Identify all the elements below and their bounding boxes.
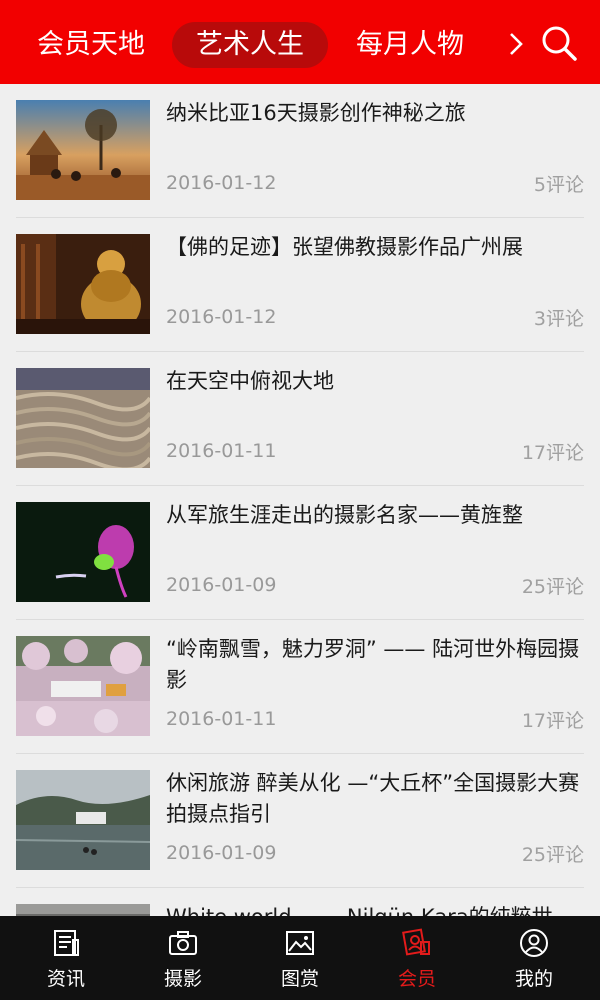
article-item[interactable]: White world —— Nilgün Kara的纯粹世	[16, 888, 584, 916]
article-item[interactable]: 从军旅生涯走出的摄影名家——黄旌整 2016-01-09 25评论	[16, 486, 584, 620]
article-date: 2016-01-11	[166, 708, 277, 730]
article-title[interactable]: “岭南飘雪，魅力罗洞” —— 陆河世外梅园摄影	[166, 634, 584, 696]
camera-icon	[169, 931, 197, 955]
nav-gallery[interactable]: 图赏	[240, 916, 360, 1000]
nav-label: 图赏	[280, 968, 319, 990]
tab-monthly-figure[interactable]: 每月人物	[348, 22, 472, 68]
bottom-nav-bar: 资讯 摄影 图赏 会员 我的	[0, 916, 600, 1000]
comment-count: 17评论	[521, 442, 584, 464]
article-item[interactable]: 在天空中俯视大地 2016-01-11 17评论	[16, 352, 584, 486]
tab-art-life[interactable]: 艺术人生	[172, 22, 328, 68]
news-icon	[54, 930, 79, 956]
article-title[interactable]: 从军旅生涯走出的摄影名家——黄旌整	[166, 500, 584, 531]
chevron-right-icon[interactable]	[502, 30, 530, 58]
comment-count: 5评论	[533, 174, 584, 196]
nav-label: 资讯	[46, 968, 85, 990]
tab-member-world[interactable]: 会员天地	[30, 22, 152, 68]
article-thumbnail[interactable]	[16, 770, 150, 870]
article-list: 纳米比亚16天摄影创作神秘之旅 2016-01-12 5评论 【佛的足迹】张望佛…	[0, 84, 600, 916]
member-icon	[402, 928, 430, 956]
article-title[interactable]: 【佛的足迹】张望佛教摄影作品广州展	[166, 232, 584, 263]
search-icon[interactable]	[538, 22, 580, 64]
nav-label: 摄影	[163, 968, 202, 990]
article-title[interactable]: 在天空中俯视大地	[166, 366, 584, 397]
nav-member[interactable]: 会员	[357, 916, 477, 1000]
article-date: 2016-01-09	[166, 842, 277, 864]
article-item[interactable]: 休闲旅游 醉美从化 —“大丘杯”全国摄影大赛拍摄点指引 2016-01-09 2…	[16, 754, 584, 888]
top-nav-bar: 会员天地 艺术人生 每月人物	[0, 0, 600, 84]
comment-count: 25评论	[521, 844, 584, 866]
article-date: 2016-01-09	[166, 574, 277, 596]
gallery-icon	[286, 931, 314, 955]
article-title[interactable]: 休闲旅游 醉美从化 —“大丘杯”全国摄影大赛拍摄点指引	[166, 768, 584, 830]
article-date: 2016-01-12	[166, 172, 277, 194]
nav-profile[interactable]: 我的	[474, 916, 594, 1000]
article-thumbnail[interactable]	[16, 636, 150, 736]
profile-icon	[520, 929, 548, 957]
comment-count: 3评论	[533, 308, 584, 330]
article-date: 2016-01-12	[166, 306, 277, 328]
article-thumbnail[interactable]	[16, 502, 150, 602]
article-item[interactable]: 【佛的足迹】张望佛教摄影作品广州展 2016-01-12 3评论	[16, 218, 584, 352]
article-title[interactable]: White world —— Nilgün Kara的纯粹世	[166, 902, 584, 916]
comment-count: 17评论	[521, 710, 584, 732]
article-thumbnail[interactable]	[16, 368, 150, 468]
article-date: 2016-01-11	[166, 440, 277, 462]
nav-photography[interactable]: 摄影	[123, 916, 243, 1000]
nav-news[interactable]: 资讯	[6, 916, 126, 1000]
nav-label: 会员	[397, 968, 436, 990]
nav-label: 我的	[514, 968, 553, 990]
article-item[interactable]: 纳米比亚16天摄影创作神秘之旅 2016-01-12 5评论	[16, 84, 584, 218]
article-thumbnail[interactable]	[16, 904, 150, 916]
article-title[interactable]: 纳米比亚16天摄影创作神秘之旅	[166, 98, 584, 129]
comment-count: 25评论	[521, 576, 584, 598]
article-item[interactable]: “岭南飘雪，魅力罗洞” —— 陆河世外梅园摄影 2016-01-11 17评论	[16, 620, 584, 754]
article-thumbnail[interactable]	[16, 100, 150, 200]
article-thumbnail[interactable]	[16, 234, 150, 334]
